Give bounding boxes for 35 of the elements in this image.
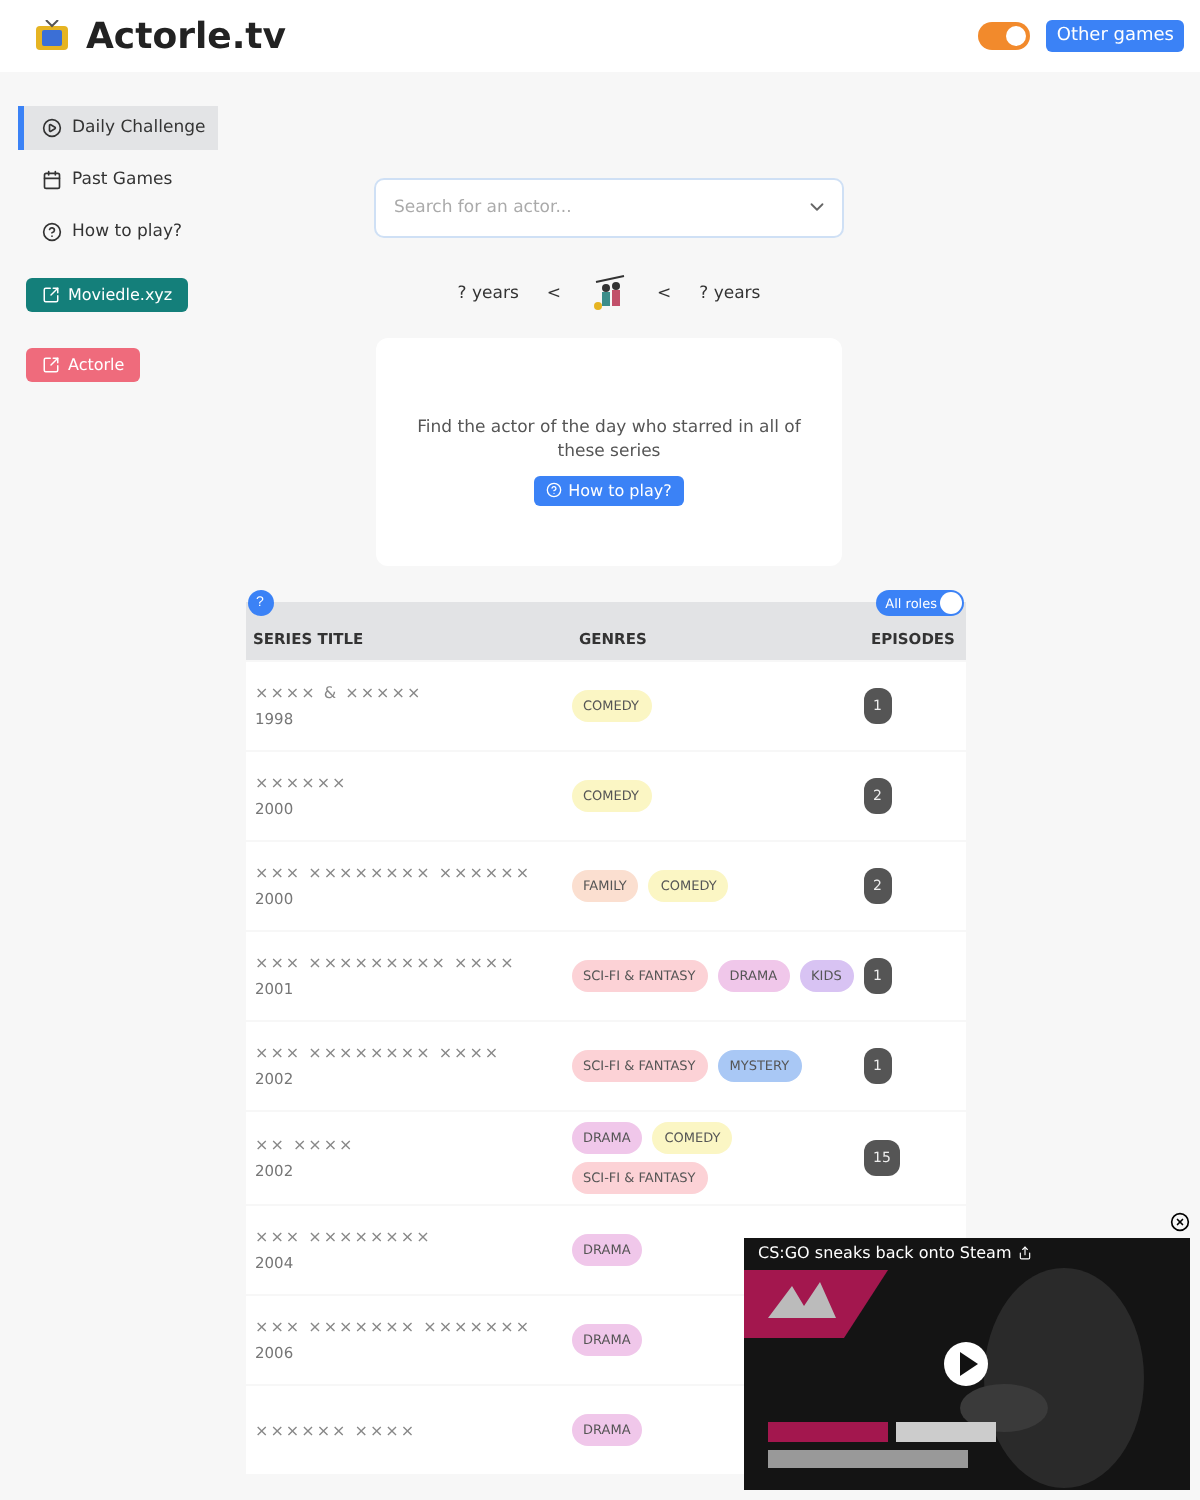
series-title: ××× ××××××××× ×××× (255, 954, 518, 972)
series-title: ×××× & ××××× (255, 684, 425, 702)
site-title: Actorle.tv (86, 15, 289, 57)
video-title: CS:GO sneaks back onto Steam (758, 1244, 1032, 1262)
min-age-text: ? years (457, 284, 519, 304)
other-games-button[interactable]: Other games (1046, 20, 1184, 52)
help-icon (42, 222, 62, 242)
external-link-icon (42, 356, 60, 374)
series-title: ×××××× ×××× (255, 1421, 419, 1439)
people-icon (589, 274, 629, 314)
less-than-sign: < (657, 284, 672, 304)
play-icon (42, 118, 62, 138)
less-than-sign: < (546, 284, 561, 304)
search-field[interactable]: Search for an actor... (374, 178, 844, 238)
series-title: ××× ×××××××× ×××× (255, 1044, 503, 1062)
tv-logo-icon (34, 20, 70, 52)
sidebar-item[interactable]: How to play? (18, 210, 194, 254)
series-title: ×× ×××× (255, 1136, 357, 1154)
external-link-icon (42, 286, 60, 304)
how-to-play-button[interactable]: How to play? (534, 475, 684, 506)
close-icon[interactable] (1170, 1212, 1190, 1232)
help-icon (546, 482, 563, 499)
series-title: ××× ×××××××× (255, 1228, 434, 1246)
sidebar-item[interactable]: Daily Challenge (18, 106, 218, 150)
calendar-icon (42, 170, 62, 190)
max-age-text: ? years (699, 284, 761, 304)
series-title: ××× ××××××× ××××××× (255, 1318, 534, 1336)
sidebar-item[interactable]: Past Games (18, 158, 185, 202)
share-icon[interactable] (1017, 1246, 1032, 1260)
series-title: ××× ×××××××× ×××××× (255, 864, 534, 882)
game-link-button[interactable]: Actorle (26, 348, 141, 382)
intro-text: Find the actor of the day who starred in all of these series (415, 418, 803, 464)
game-link-button[interactable]: Moviedle.xyz (26, 278, 189, 312)
series-title: ×××××× (255, 774, 350, 792)
theme-toggle[interactable] (978, 22, 1031, 50)
